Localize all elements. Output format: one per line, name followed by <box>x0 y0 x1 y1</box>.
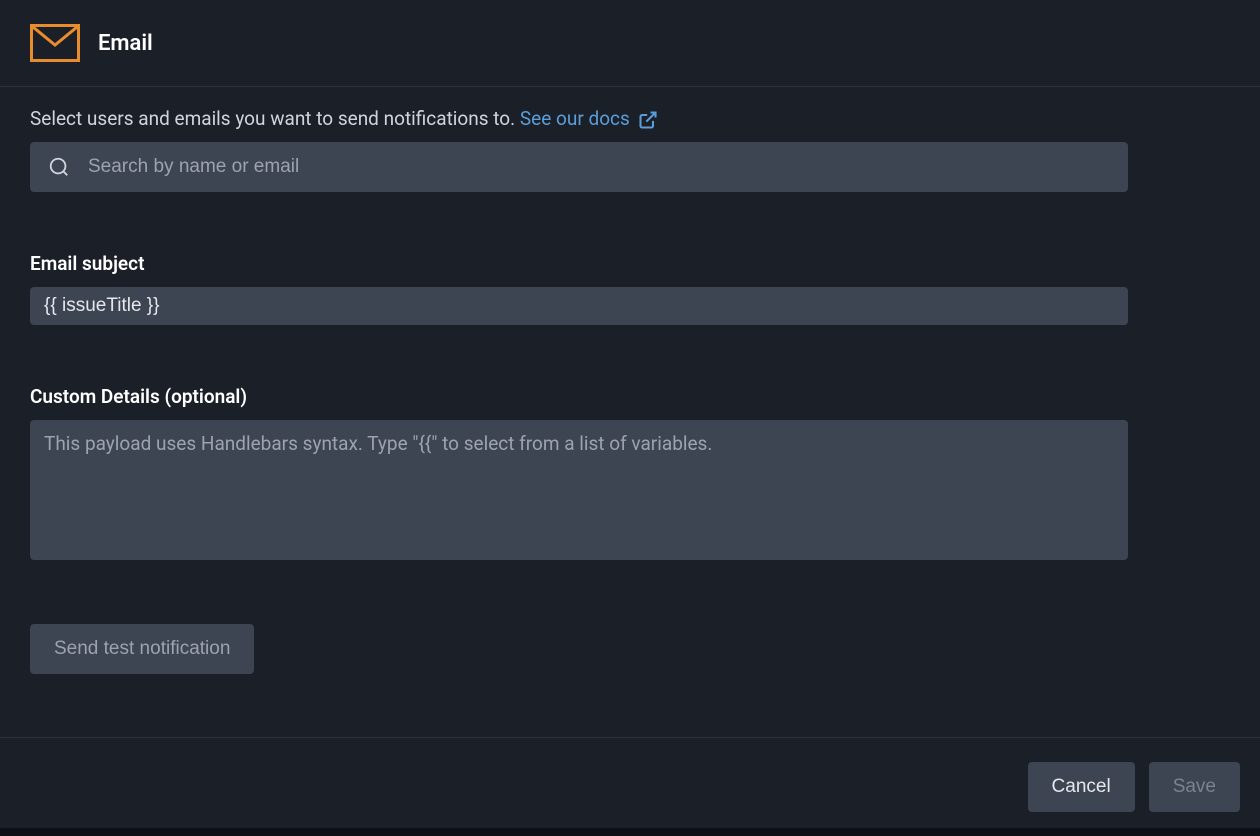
details-label: Custom Details (optional) <box>30 385 1230 408</box>
page-title: Email <box>98 31 153 56</box>
test-notification-button[interactable]: Send test notification <box>30 624 254 674</box>
search-input[interactable] <box>30 142 1128 192</box>
header: Email <box>0 0 1260 87</box>
save-button[interactable]: Save <box>1149 762 1240 812</box>
docs-link-text: See our docs <box>520 107 630 130</box>
details-textarea[interactable] <box>30 420 1128 560</box>
subject-label: Email subject <box>30 252 1230 275</box>
bottom-strip <box>0 828 1260 836</box>
subject-input[interactable] <box>30 287 1128 325</box>
search-icon <box>48 156 70 178</box>
intro-description: Select users and emails you want to send… <box>30 107 515 130</box>
footer: Cancel Save <box>0 737 1260 836</box>
external-link-icon <box>638 110 656 128</box>
docs-link[interactable]: See our docs <box>520 107 656 130</box>
intro-text: Select users and emails you want to send… <box>30 107 1230 130</box>
content-area: Select users and emails you want to send… <box>0 87 1260 704</box>
email-icon <box>30 24 80 62</box>
cancel-button[interactable]: Cancel <box>1028 762 1135 812</box>
search-wrapper <box>30 142 1230 192</box>
